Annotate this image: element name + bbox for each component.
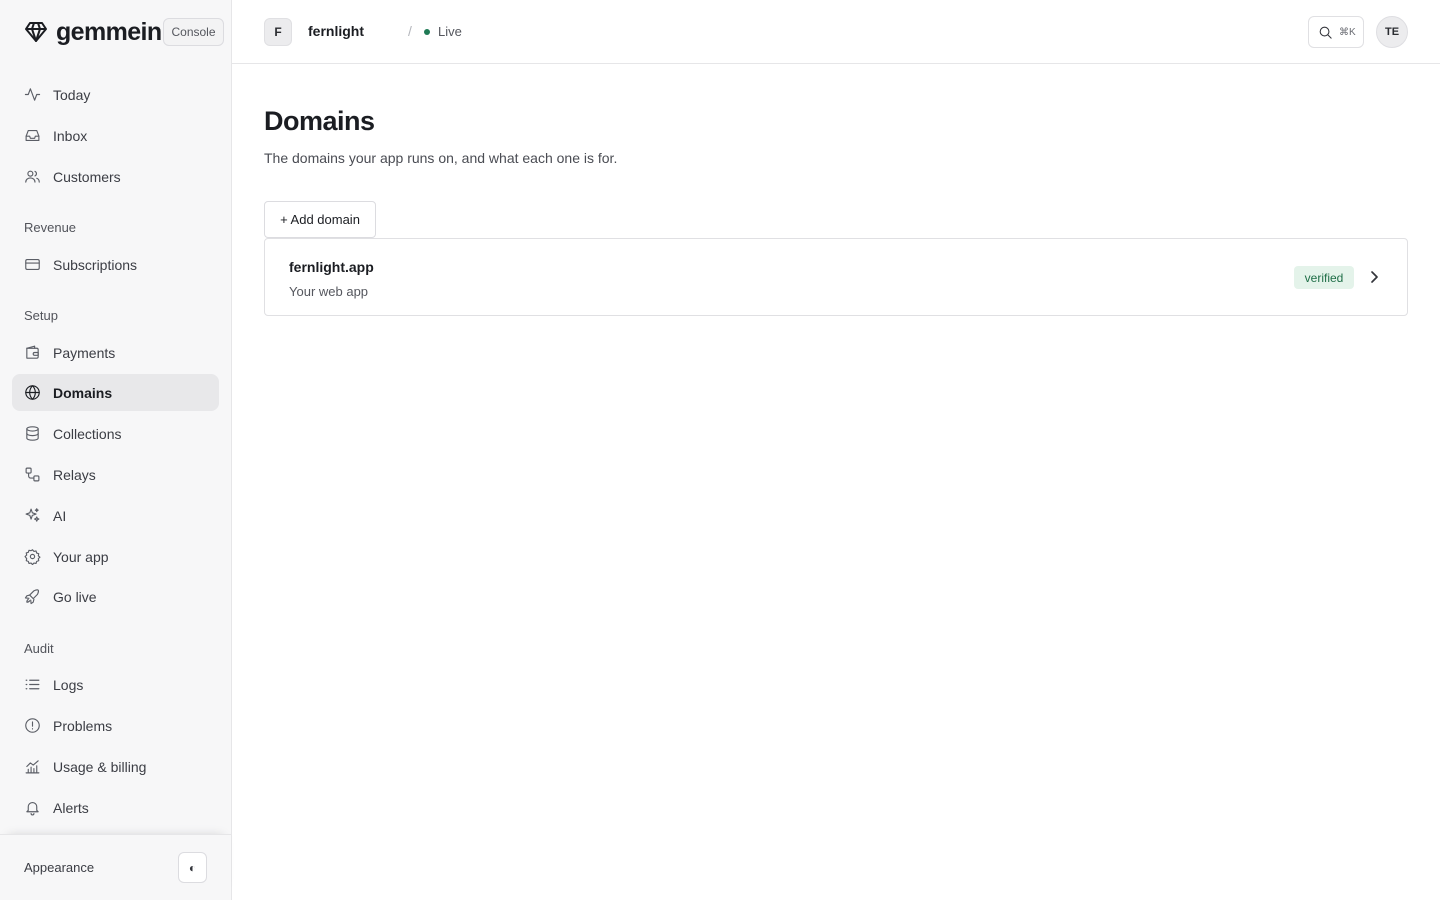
sidebar-item-alerts[interactable]: Alerts [12, 789, 219, 826]
database-icon [24, 425, 41, 442]
domain-description: Your web app [289, 284, 369, 299]
environment-status[interactable]: Live [438, 24, 462, 39]
sidebar-item-label: Inbox [53, 127, 88, 144]
sidebar-item-label: Subscriptions [53, 256, 138, 273]
section-label-audit: Audit [24, 641, 54, 656]
breadcrumb-separator: / [408, 23, 412, 39]
bell-icon [24, 799, 41, 816]
rocket-icon [24, 588, 41, 605]
sidebar-item-logs[interactable]: Logs [12, 666, 219, 703]
sidebar-item-label: Alerts [53, 799, 89, 816]
gear-icon [24, 548, 41, 565]
sidebar-item-label: Today [53, 86, 91, 103]
sparkles-icon [24, 507, 41, 524]
sidebar-item-subscriptions[interactable]: Subscriptions [12, 246, 219, 283]
page-subtitle: The domains your app runs on, and what e… [264, 150, 618, 166]
chevron-right-icon [1367, 269, 1381, 285]
sidebar-item-label: Your app [53, 548, 109, 565]
sidebar: gemmein Console Today Inbox Customers Re… [0, 0, 232, 900]
section-label-setup: Setup [24, 308, 58, 323]
sidebar-item-inbox[interactable]: Inbox [12, 117, 219, 154]
brand[interactable]: gemmein [24, 18, 162, 46]
list-icon [24, 676, 41, 693]
half-circle-icon: ◐ [188, 860, 197, 875]
sidebar-item-usage-billing[interactable]: Usage & billing [12, 748, 219, 785]
relay-icon [24, 466, 41, 483]
sidebar-item-label: Logs [53, 676, 84, 693]
theme-toggle-button[interactable]: ◐ [178, 852, 207, 883]
sidebar-item-domains[interactable]: Domains [12, 374, 219, 411]
sidebar-item-today[interactable]: Today [12, 76, 219, 113]
wallet-icon [24, 344, 41, 361]
brand-name: gemmein [56, 17, 162, 46]
sidebar-item-ai[interactable]: AI [12, 497, 219, 534]
sidebar-item-your-app[interactable]: Your app [12, 538, 219, 575]
search-button[interactable]: ⌘K [1308, 16, 1364, 48]
activity-icon [24, 86, 41, 103]
console-badge: Console [163, 18, 224, 46]
sidebar-item-customers[interactable]: Customers [12, 158, 219, 195]
globe-icon [24, 384, 41, 401]
domain-name: fernlight.app [289, 259, 374, 275]
sidebar-item-relays[interactable]: Relays [12, 456, 219, 493]
page-title: Domains [264, 106, 375, 136]
sidebar-item-label: AI [53, 507, 67, 524]
sidebar-item-problems[interactable]: Problems [12, 707, 219, 744]
section-label-revenue: Revenue [24, 220, 77, 235]
sidebar-item-label: Relays [53, 466, 96, 483]
live-status-dot-icon [424, 29, 430, 35]
alert-circle-icon [24, 717, 41, 734]
domain-row[interactable]: fernlight.app Your web app verified [264, 238, 1408, 316]
project-avatar[interactable]: F [264, 18, 292, 46]
chart-icon [24, 758, 41, 775]
appearance-label: Appearance [24, 860, 95, 875]
project-name[interactable]: fernlight [308, 23, 364, 39]
sidebar-item-collections[interactable]: Collections [12, 415, 219, 452]
status-badge: verified [1294, 266, 1354, 289]
sidebar-item-label: Go live [53, 588, 97, 605]
search-shortcut: ⌘K [1339, 26, 1356, 38]
user-avatar[interactable]: TE [1376, 16, 1408, 48]
users-icon [24, 168, 41, 185]
inbox-icon [24, 127, 41, 144]
sidebar-item-label: Customers [53, 168, 121, 185]
sidebar-item-payments[interactable]: Payments [12, 334, 219, 371]
sidebar-item-label: Problems [53, 717, 113, 734]
sidebar-item-label: Domains [53, 384, 113, 401]
sidebar-item-label: Payments [53, 344, 116, 361]
sidebar-item-label: Collections [53, 425, 122, 442]
topbar: F fernlight / Live ⌘K TE [232, 0, 1440, 64]
sidebar-item-go-live[interactable]: Go live [12, 578, 219, 615]
sidebar-footer: Appearance ◐ [0, 834, 231, 900]
add-domain-button[interactable]: + Add domain [264, 201, 376, 238]
sidebar-item-label: Usage & billing [53, 758, 147, 775]
credit-card-icon [24, 256, 41, 273]
gem-logo-icon [25, 22, 47, 42]
search-icon [1319, 26, 1332, 39]
